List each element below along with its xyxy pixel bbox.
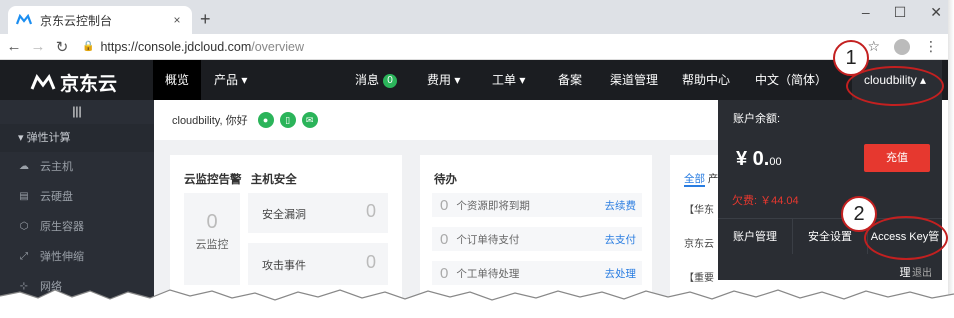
nav-billing[interactable]: 费用 ▾ xyxy=(427,60,460,100)
phone-verify-icon[interactable]: ▯ xyxy=(279,112,296,128)
balance-cents: 00 xyxy=(769,156,782,168)
balance-value: ¥ 0.00 xyxy=(736,148,782,171)
callout-oval-access-key xyxy=(864,216,948,260)
torn-edge-decoration xyxy=(0,289,954,318)
greeting-text: cloudbility, 你好 xyxy=(172,115,248,127)
todo-count: 0 xyxy=(440,196,449,214)
bookmark-star-icon[interactable]: ☆ xyxy=(867,38,880,55)
pay-link[interactable]: 去支付 xyxy=(605,232,637,247)
nav-help[interactable]: 帮助中心 xyxy=(682,60,730,100)
new-tab-button[interactable]: + xyxy=(200,9,211,30)
cloud-icon: ☁ xyxy=(19,161,29,172)
tab-close-icon[interactable]: × xyxy=(170,13,184,27)
greeting-bar: cloudbility, 你好 ● ▯ ✉ xyxy=(154,100,718,140)
window-controls: – ☐ ✕ xyxy=(862,4,942,21)
todo-row-expiring: 0 个资源即将到期 去续费 xyxy=(432,193,642,217)
todo-count: 0 xyxy=(440,230,449,248)
logo-text: 京东云 xyxy=(60,74,118,95)
address-bar: ← → ↻ 🔒 https://console.jdcloud.com /ove… xyxy=(0,34,948,60)
scale-icon: ⤢ xyxy=(20,251,28,262)
security-vuln-label: 安全漏洞 xyxy=(262,209,306,221)
browser-menu-icon[interactable]: ⋮ xyxy=(924,38,938,55)
nav-tickets[interactable]: 工单 ▾ xyxy=(492,60,525,100)
message-count-badge: 0 xyxy=(383,73,398,88)
sidebar-toggle-icon[interactable]: ||| xyxy=(0,100,154,124)
lock-icon: 🔒 xyxy=(82,41,95,52)
browser-tab[interactable]: 京东云控制台 × xyxy=(8,6,192,34)
url-path: /overview xyxy=(251,39,305,54)
attack-events-box[interactable]: 攻击事件 0 xyxy=(248,243,388,285)
url-host: https://console.jdcloud.com xyxy=(100,39,252,54)
attack-events-count: 0 xyxy=(365,252,376,272)
sidebar-item-disk[interactable]: ▤ 云硬盘 xyxy=(0,182,154,212)
account-management-link[interactable]: 账户管理 xyxy=(718,219,793,254)
tab-title: 京东云控制台 xyxy=(40,13,113,28)
user-verify-icon[interactable]: ● xyxy=(257,112,274,128)
arrears-text: 欠费: ￥44.04 xyxy=(732,195,799,207)
jdcloud-logo-icon xyxy=(30,73,56,90)
sidebar-item-vm[interactable]: ☁ 云主机 xyxy=(0,152,154,182)
minimize-icon[interactable]: – xyxy=(862,4,870,21)
top-navigation: 京东云 概览 产品 ▾ 消息 0 费用 ▾ 工单 ▾ 备案 渠道管理 帮助中心 中… xyxy=(0,60,948,100)
page-edge-shadow xyxy=(948,0,954,318)
reload-icon[interactable]: ↻ xyxy=(52,38,72,56)
balance-main: ¥ 0. xyxy=(736,148,770,170)
sidebar-item-label: 原生容器 xyxy=(40,221,84,233)
recharge-button[interactable]: 充值 xyxy=(864,144,930,172)
renew-link[interactable]: 去续费 xyxy=(605,198,637,213)
disk-icon: ▤ xyxy=(19,191,29,202)
back-icon[interactable]: ← xyxy=(4,38,24,55)
security-vuln-count: 0 xyxy=(365,201,376,221)
news-tab-product[interactable]: 产 xyxy=(708,173,719,185)
nav-channel[interactable]: 渠道管理 xyxy=(610,60,658,100)
news-item[interactable]: 【华东 xyxy=(684,201,714,216)
sidebar-item-label: 云硬盘 xyxy=(40,191,73,203)
nav-messages[interactable]: 消息 0 xyxy=(355,60,398,100)
url-field[interactable]: 🔒 https://console.jdcloud.com /overview xyxy=(82,40,304,54)
callout-1: 1 xyxy=(833,40,869,76)
jdcloud-logo[interactable]: 京东云 xyxy=(30,69,117,96)
news-tab-all[interactable]: 全部 xyxy=(684,173,705,187)
nav-overview[interactable]: 概览 xyxy=(153,60,202,100)
todo-title: 待办 xyxy=(434,174,457,186)
nav-messages-label: 消息 xyxy=(355,73,380,87)
forward-icon[interactable]: → xyxy=(28,38,48,55)
callout-2: 2 xyxy=(841,196,877,232)
logout-link[interactable]: 退出 xyxy=(912,264,932,279)
handle-link[interactable]: 去处理 xyxy=(605,266,637,281)
todo-text: 个资源即将到期 xyxy=(456,199,530,212)
todo-text: 个订单待支付 xyxy=(456,233,520,246)
browser-tabbar: 京东云控制台 × + – ☐ ✕ xyxy=(0,0,948,34)
monitor-title: 云监控告警 xyxy=(184,174,242,186)
sidebar-item-label: 弹性伸缩 xyxy=(40,251,84,263)
balance-label: 账户余额: xyxy=(733,113,781,125)
container-icon: ⬡ xyxy=(19,221,29,232)
sidebar-section-compute[interactable]: ▾ 弹性计算 xyxy=(0,124,154,152)
todo-text: 个工单待处理 xyxy=(456,267,520,280)
monitor-count-box[interactable]: 0 云监控 xyxy=(184,193,240,285)
close-window-icon[interactable]: ✕ xyxy=(930,4,942,21)
monitor-count: 0 xyxy=(206,211,218,233)
todo-count: 0 xyxy=(440,264,449,282)
nav-products[interactable]: 产品 ▾ xyxy=(214,60,247,100)
maximize-icon[interactable]: ☐ xyxy=(894,4,907,21)
news-item[interactable]: 京东云 xyxy=(684,235,714,250)
address-actions: ☆ ⋮ xyxy=(867,38,938,55)
sidebar-item-container[interactable]: ⬡ 原生容器 xyxy=(0,212,154,242)
jdcloud-favicon-icon xyxy=(16,12,32,28)
todo-row-unpaid: 0 个订单待支付 去支付 xyxy=(432,227,642,251)
profile-avatar-icon[interactable] xyxy=(894,38,910,55)
security-vuln-box[interactable]: 安全漏洞 0 xyxy=(248,193,388,233)
monitor-label: 云监控 xyxy=(195,239,229,251)
sidebar-item-autoscaling[interactable]: ⤢ 弹性伸缩 xyxy=(0,242,154,272)
sidebar-item-label: 云主机 xyxy=(40,161,73,173)
nav-filing[interactable]: 备案 xyxy=(558,60,582,100)
host-security-title: 主机安全 xyxy=(250,174,297,186)
attack-events-label: 攻击事件 xyxy=(262,260,306,272)
email-verify-icon[interactable]: ✉ xyxy=(301,112,318,128)
nav-language[interactable]: 中文（简体） xyxy=(755,60,827,100)
